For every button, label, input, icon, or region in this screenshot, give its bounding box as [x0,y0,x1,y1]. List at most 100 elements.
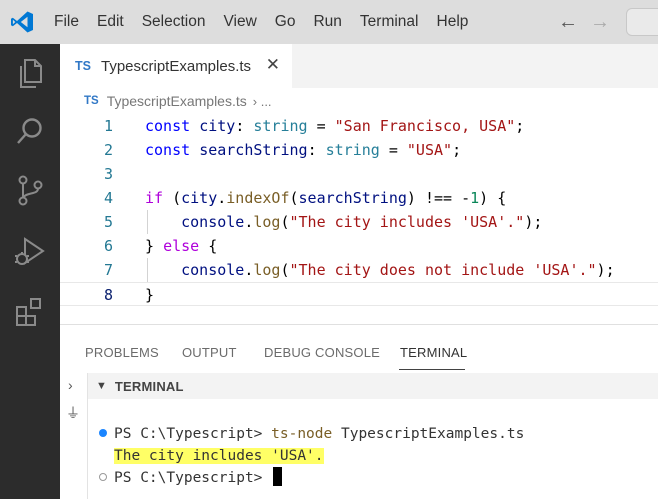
code-token: } [145,237,164,255]
line-number: 8 [103,286,113,304]
code-text: console.log("The city includes 'USA'."); [145,210,542,234]
command-center-search[interactable] [626,8,658,36]
menu-view[interactable]: View [223,13,256,31]
editor-tab[interactable]: TS TypescriptExamples.ts ✕ [60,44,292,88]
code-line[interactable]: 4 if (city.indexOf(searchString) !== -1) … [60,186,658,210]
code-token: city [181,189,218,207]
code-token: : [235,117,254,135]
code-token: . [217,189,227,207]
code-token: ( [280,213,290,231]
typescript-file-icon: TS [75,59,91,73]
command-status-icon[interactable] [99,473,107,481]
tab-terminal[interactable]: TERMINAL [400,345,467,360]
breadcrumb-file[interactable]: TypescriptExamples.ts [107,93,247,109]
code-token: : [307,141,326,159]
line-number: 1 [103,117,113,135]
plug-icon[interactable]: ⏚ [66,403,80,423]
menu-help[interactable]: Help [437,13,469,31]
code-token: log [253,261,281,279]
terminal-sidebar: › ⏚ [60,373,88,499]
code-token: console [181,213,245,231]
menu-edit[interactable]: Edit [97,13,124,31]
code-editor[interactable]: 1 const city: string = "San Francisco, US… [60,114,658,306]
chevron-right-icon[interactable]: › [68,377,73,393]
code-token: city [199,117,236,135]
menu-run[interactable]: Run [313,13,341,31]
code-line[interactable]: 1 const city: string = "San Francisco, US… [60,114,658,138]
arrow-left-icon[interactable]: ← [557,11,579,33]
extensions-icon[interactable] [12,294,48,330]
breadcrumb[interactable]: TS TypescriptExamples.ts › ... [84,93,272,109]
code-line[interactable]: 3 [60,162,658,186]
line-number: 3 [103,165,113,183]
code-token: console [181,261,245,279]
line-number: 4 [103,189,113,207]
code-token: = [379,141,407,159]
terminal-cursor [273,467,283,486]
terminal-output-text: The city includes 'USA'. [114,448,324,464]
code-token: ; [515,117,525,135]
code-token: log [253,213,281,231]
typescript-file-icon: TS [84,95,99,107]
terminal-command-args: TypescriptExamples.ts [332,426,525,442]
arrow-right-icon[interactable]: → [589,11,611,33]
code-token: "USA" [406,141,453,159]
code-text: const city: string = "San Francisco, USA… [145,114,524,138]
tab-problems[interactable]: PROBLEMS [85,345,159,360]
code-token: if [145,189,164,207]
code-token: ) !== - [406,189,471,207]
code-token: indexOf [226,189,290,207]
editor-tab-strip: TS TypescriptExamples.ts ✕ [60,44,658,88]
code-token: else [163,237,200,255]
tab-output[interactable]: OUTPUT [182,345,237,360]
menu-go[interactable]: Go [275,13,296,31]
code-token: string [253,117,308,135]
code-line[interactable]: 2 const searchString: string = "USA"; [60,138,658,162]
command-status-icon[interactable] [99,429,107,437]
menu-selection[interactable]: Selection [142,13,206,31]
chevron-down-icon: ▼ [96,380,107,392]
code-text: console.log("The city does not include '… [145,258,615,282]
code-token: ) { [479,189,507,207]
explorer-icon[interactable] [12,56,48,92]
line-number: 6 [103,237,113,255]
code-line[interactable]: 8} [60,282,658,306]
close-icon[interactable]: ✕ [266,55,280,75]
code-line[interactable]: 7 console.log("The city does not include… [60,258,658,282]
code-token: searchString [298,189,407,207]
code-line[interactable]: 6} else { [60,234,658,258]
code-token: { [199,237,218,255]
code-token: "San Francisco, USA" [334,117,516,135]
terminal-header-label: TERMINAL [114,378,184,394]
code-token: 1 [470,189,480,207]
source-control-icon[interactable] [12,172,48,208]
active-tab-indicator [399,369,465,370]
line-number: 5 [103,213,113,231]
code-token: "The city includes 'USA'." [289,213,525,231]
bottom-panel: PROBLEMS OUTPUT DEBUG CONSOLE TERMINAL ›… [60,324,658,499]
code-text: } [145,283,154,307]
code-token: ); [596,261,615,279]
code-token: ( [163,189,182,207]
code-token: string [325,141,380,159]
terminal-command: ts-node [271,426,333,442]
tab-label: TypescriptExamples.ts [100,57,252,75]
breadcrumb-separator[interactable]: › ... [253,94,272,109]
code-line[interactable]: 5 console.log("The city includes 'USA'."… [60,210,658,234]
menu-terminal[interactable]: Terminal [360,13,419,31]
terminal-section-header[interactable]: ▼ TERMINAL [88,373,658,399]
title-bar: File Edit Selection View Go Run Terminal Help ←… [0,0,658,44]
code-token: const [145,117,191,135]
panel-tab-strip: PROBLEMS OUTPUT DEBUG CONSOLE TERMINAL [60,325,658,373]
editor-area: TS TypescriptExamples.ts ✕ TS Typescript… [60,44,658,324]
search-icon[interactable] [12,114,48,150]
vscode-logo-icon[interactable] [10,10,34,34]
run-debug-icon[interactable] [12,234,48,270]
tab-debug-console[interactable]: DEBUG CONSOLE [264,345,380,360]
menu-file[interactable]: File [54,13,79,31]
terminal-prompt: PS C:\Typescript> [114,426,272,442]
code-token: ( [280,261,290,279]
